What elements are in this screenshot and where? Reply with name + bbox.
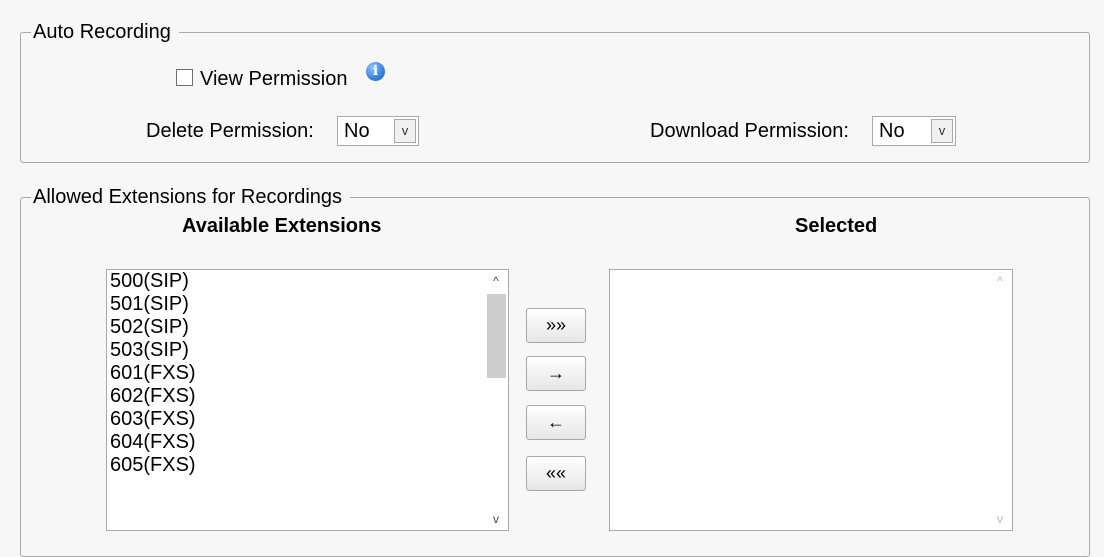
scroll-down-icon[interactable]: v	[484, 508, 508, 530]
list-item[interactable]: 602(FXS)	[107, 385, 508, 408]
view-permission-label: View Permission	[200, 68, 348, 90]
scroll-down-icon: v	[997, 512, 1003, 526]
download-permission-select[interactable]: No v	[872, 116, 956, 146]
remove-all-button[interactable]: ««	[526, 456, 586, 491]
delete-permission-select[interactable]: No v	[337, 116, 419, 146]
scrollbar: ^ v	[988, 270, 1012, 530]
list-item[interactable]: 503(SIP)	[107, 339, 508, 362]
list-item[interactable]: 605(FXS)	[107, 454, 508, 477]
delete-permission-label: Delete Permission:	[146, 120, 314, 142]
list-item[interactable]: 603(FXS)	[107, 408, 508, 431]
scrollbar[interactable]: ^ v	[484, 270, 508, 530]
download-permission-label: Download Permission:	[650, 120, 849, 142]
selected-extensions-list[interactable]: ^ v	[609, 269, 1013, 531]
list-item[interactable]: 604(FXS)	[107, 431, 508, 454]
selected-heading: Selected	[795, 215, 878, 237]
list-item[interactable]: 501(SIP)	[107, 293, 508, 316]
scroll-thumb[interactable]	[487, 294, 506, 378]
chevron-down-icon: v	[394, 119, 416, 143]
available-extensions-heading: Available Extensions	[182, 215, 382, 237]
list-item[interactable]: 502(SIP)	[107, 316, 508, 339]
info-icon[interactable]: i	[366, 62, 385, 81]
available-extensions-list[interactable]: 500(SIP) 501(SIP) 502(SIP) 503(SIP) 601(FXS)…	[106, 269, 509, 531]
view-permission-checkbox[interactable]	[176, 69, 193, 86]
scroll-up-icon[interactable]: ^	[484, 270, 508, 292]
scroll-up-icon: ^	[997, 274, 1003, 288]
remove-button[interactable]: ←	[526, 405, 586, 440]
delete-permission-value: No	[344, 120, 370, 142]
add-all-button[interactable]: »»	[526, 308, 586, 343]
list-item[interactable]: 500(SIP)	[107, 270, 508, 293]
allowed-extensions-legend: Allowed Extensions for Recordings	[31, 185, 351, 209]
auto-recording-legend: Auto Recording	[31, 20, 179, 44]
download-permission-value: No	[879, 120, 905, 142]
add-button[interactable]: →	[526, 356, 586, 391]
chevron-down-icon: v	[931, 119, 953, 143]
list-item[interactable]: 601(FXS)	[107, 362, 508, 385]
available-items: 500(SIP) 501(SIP) 502(SIP) 503(SIP) 601(FXS)…	[107, 270, 508, 477]
